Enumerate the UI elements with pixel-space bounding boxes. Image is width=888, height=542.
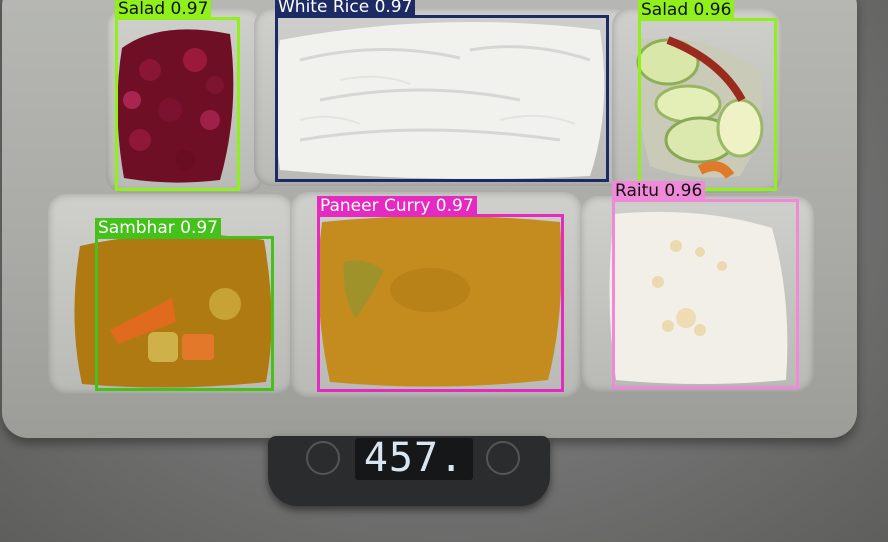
scale-unit-button-icon bbox=[306, 441, 340, 475]
detection-label: Paneer Curry 0.97 bbox=[317, 196, 477, 217]
salad-detection-1: Salad 0.97 bbox=[115, 0, 240, 191]
salad-detection-2: Salad 0.96 bbox=[638, 0, 777, 191]
raitu-detection: Raitu 0.96 bbox=[612, 181, 799, 389]
sambhar-detection: Sambhar 0.97 bbox=[95, 218, 274, 391]
scale-tare-button-icon bbox=[486, 441, 520, 475]
detection-label: Salad 0.96 bbox=[638, 0, 735, 21]
scale-reading: 457. bbox=[363, 435, 465, 481]
food-tray-photo: 457. Salad 0.97 White Rice 0.97 Salad 0.96… bbox=[0, 0, 888, 542]
detection-label: Raitu 0.96 bbox=[612, 181, 706, 202]
white-rice-detection: White Rice 0.97 bbox=[275, 0, 609, 182]
detection-label: White Rice 0.97 bbox=[275, 0, 416, 18]
detection-label: Sambhar 0.97 bbox=[95, 218, 221, 239]
detection-label: Salad 0.97 bbox=[115, 0, 212, 20]
paneer-curry-detection: Paneer Curry 0.97 bbox=[317, 196, 564, 392]
